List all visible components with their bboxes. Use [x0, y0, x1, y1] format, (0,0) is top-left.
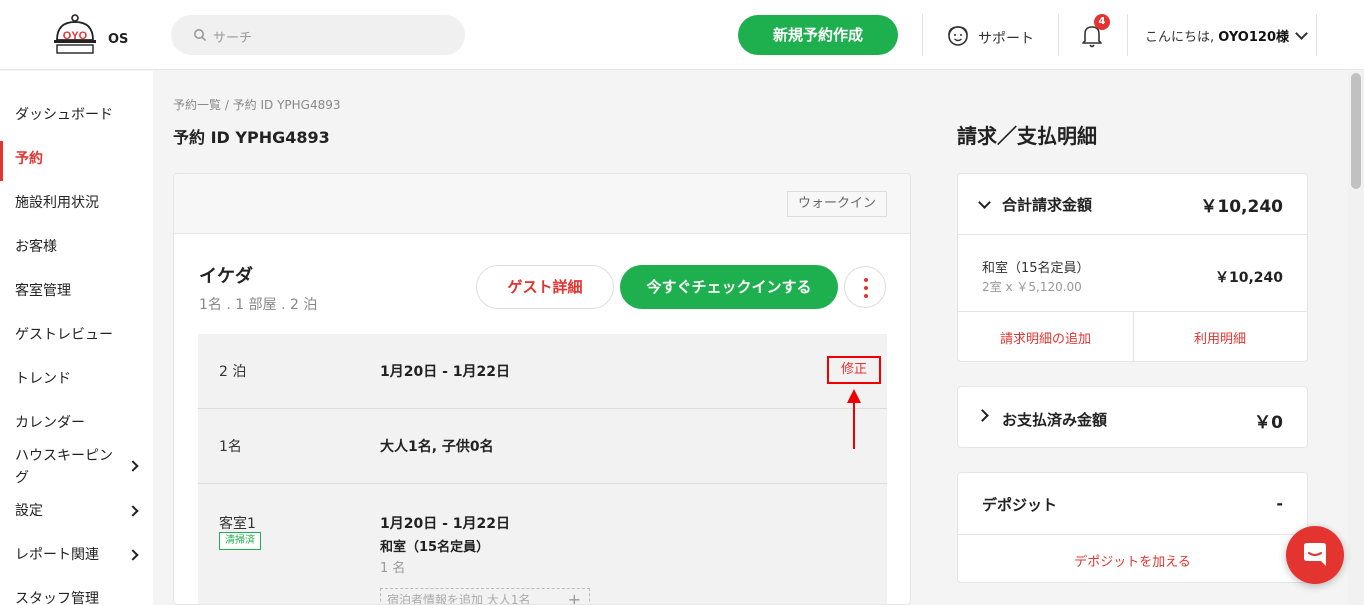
divider — [958, 534, 1307, 535]
sidebar-item-label: ハウスキーピング — [15, 448, 113, 486]
deposit-value: - — [1276, 494, 1283, 513]
sidebar-item-rooms[interactable]: 客室管理 — [0, 273, 153, 309]
room-guests: 1 名 — [380, 561, 406, 576]
edit-button[interactable]: 修正 — [827, 356, 881, 384]
search-placeholder: サーチ — [213, 31, 253, 46]
sidebar-item-trends[interactable]: トレンド — [0, 361, 153, 397]
chat-button[interactable] — [1286, 526, 1344, 584]
chat-icon — [1304, 543, 1326, 566]
sidebar-item-occupancy[interactable]: 施設利用状況 — [0, 185, 153, 221]
logo-bell-icon: OYO — [54, 14, 96, 54]
notifications-button[interactable]: 4 — [1080, 14, 1110, 50]
usage-details-link[interactable]: 利用明細 — [1133, 328, 1307, 347]
paid-amount-label: お支払済み金額 — [1002, 411, 1108, 429]
billing-title: 請求／支払明細 — [957, 124, 1097, 148]
sidebar-item-reviews[interactable]: ゲストレビュー — [0, 317, 153, 353]
sidebar-item-bookings[interactable]: 予約 — [0, 141, 153, 181]
sidebar-item-housekeeping[interactable]: ハウスキーピング — [0, 445, 153, 489]
chevron-right-icon — [127, 505, 139, 517]
add-guest-info-label: 宿泊者情報を追加 大人1名 — [387, 593, 531, 605]
scrollbar-thumb[interactable] — [1351, 73, 1361, 189]
charge-line-amount: ￥10,240 — [1214, 270, 1283, 286]
sidebar-item-calendar[interactable]: カレンダー — [0, 405, 153, 441]
support-face-icon — [948, 26, 968, 46]
paid-amount-card: お支払済み金額 ￥0 — [957, 386, 1308, 448]
svg-text:OYO: OYO — [63, 30, 88, 42]
guests-count-label: 1名 — [219, 439, 242, 455]
total-charges-toggle[interactable]: 合計請求金額 ￥10,240 — [958, 174, 1307, 234]
search-icon — [194, 29, 207, 42]
booking-card-header: ウォークイン — [174, 174, 910, 234]
guests-row: 1名 大人1名, 子供0名 — [198, 409, 887, 484]
chevron-right-icon — [127, 460, 139, 472]
header-divider — [1316, 14, 1317, 56]
room-row: 客室1 清掃済 1月20日 - 1月22日 和室（15名定員） 1 名 宿泊者情… — [198, 484, 887, 605]
paid-amount-value: ￥0 — [1254, 413, 1283, 433]
sidebar-item-staff[interactable]: スタッフ管理 — [0, 581, 153, 605]
more-dot — [864, 286, 868, 290]
chevron-down-icon — [1295, 27, 1308, 40]
booking-details: 2 泊 1月20日 - 1月22日 修正 1名 大人1名, 子供0名 客室1 清… — [198, 334, 887, 605]
chevron-down-icon — [978, 196, 991, 209]
charge-line-name: 和室（15名定員） — [982, 261, 1090, 276]
sidebar-item-label: 設定 — [15, 503, 43, 519]
room-dates: 1月20日 - 1月22日 — [380, 516, 511, 532]
user-menu[interactable]: こんにちは, OYO120様 — [1145, 26, 1308, 45]
header-divider — [1058, 14, 1059, 56]
header-divider — [922, 14, 923, 56]
paid-amount-toggle[interactable]: お支払済み金額 ￥0 — [958, 387, 1307, 447]
deposit-card: デポジット - デポジットを加える — [957, 472, 1308, 583]
sidebar: ダッシュボード 予約 施設利用状況 お客様 客室管理 ゲストレビュー トレンド … — [0, 71, 153, 605]
add-guest-info-button[interactable]: 宿泊者情報を追加 大人1名 + — [380, 588, 590, 605]
nights-label: 2 泊 — [219, 364, 247, 380]
add-charge-link[interactable]: 請求明細の追加 — [958, 328, 1133, 347]
more-options-button[interactable] — [844, 266, 886, 308]
page-title: 予約 ID YPHG4893 — [173, 128, 330, 147]
add-deposit-link[interactable]: デポジットを加える — [958, 551, 1307, 570]
source-tag: ウォークイン — [786, 191, 887, 217]
page-scrollbar[interactable] — [1348, 71, 1364, 605]
stay-row: 2 泊 1月20日 - 1月22日 修正 — [198, 334, 887, 409]
top-header: OYO OS サーチ 新規予約作成 サポート 4 こんにちは, OYO120様 — [0, 0, 1364, 70]
checkin-now-button[interactable]: 今すぐチェックインする — [620, 265, 838, 309]
charge-line-item: 和室（15名定員） 2室 x ￥5,120.00 ￥10,240 — [958, 234, 1307, 312]
room-label: 客室1 — [219, 516, 256, 532]
greeting-prefix: こんにちは, — [1145, 30, 1219, 45]
notification-badge: 4 — [1094, 14, 1110, 30]
more-dot — [864, 278, 868, 282]
logo-os-text: OS — [108, 32, 129, 47]
deposit-label: デポジット — [982, 496, 1058, 514]
more-dot — [864, 294, 868, 298]
guest-details-button[interactable]: ゲスト詳細 — [476, 265, 614, 309]
oyo-os-logo[interactable]: OYO OS — [52, 14, 132, 56]
chevron-right-icon — [976, 409, 989, 422]
sidebar-item-reports[interactable]: レポート関連 — [0, 537, 153, 573]
sidebar-item-settings[interactable]: 設定 — [0, 493, 153, 529]
total-charges-label: 合計請求金額 — [1002, 196, 1093, 214]
sidebar-item-dashboard[interactable]: ダッシュボード — [0, 97, 153, 133]
guest-summary: 1名 . 1 部屋 . 2 泊 — [199, 297, 318, 313]
breadcrumb[interactable]: 予約一覧 / 予約 ID YPHG4893 — [173, 96, 341, 113]
header-divider — [1127, 14, 1128, 56]
support-label: サポート — [978, 31, 1034, 47]
stay-dates: 1月20日 - 1月22日 — [380, 364, 511, 380]
total-charges-card: 合計請求金額 ￥10,240 和室（15名定員） 2室 x ￥5,120.00 … — [957, 173, 1308, 362]
total-charges-amount: ￥10,240 — [1200, 197, 1283, 217]
room-type: 和室（15名定員） — [380, 540, 490, 555]
guests-breakdown: 大人1名, 子供0名 — [380, 439, 494, 455]
greeting-user: OYO120様 — [1218, 30, 1289, 45]
charge-line-detail: 2室 x ￥5,120.00 — [982, 280, 1082, 294]
plus-icon: + — [567, 590, 581, 605]
sidebar-item-customers[interactable]: お客様 — [0, 229, 153, 265]
guest-name: イケダ — [199, 266, 253, 287]
new-booking-button[interactable]: 新規予約作成 — [738, 15, 898, 55]
room-status-badge: 清掃済 — [219, 532, 261, 550]
sidebar-item-label: レポート関連 — [15, 547, 99, 563]
search-input[interactable]: サーチ — [171, 15, 465, 55]
booking-card: ウォークイン イケダ 1名 . 1 部屋 . 2 泊 ゲスト詳細 今すぐチェック… — [173, 173, 911, 605]
chevron-right-icon — [127, 549, 139, 561]
